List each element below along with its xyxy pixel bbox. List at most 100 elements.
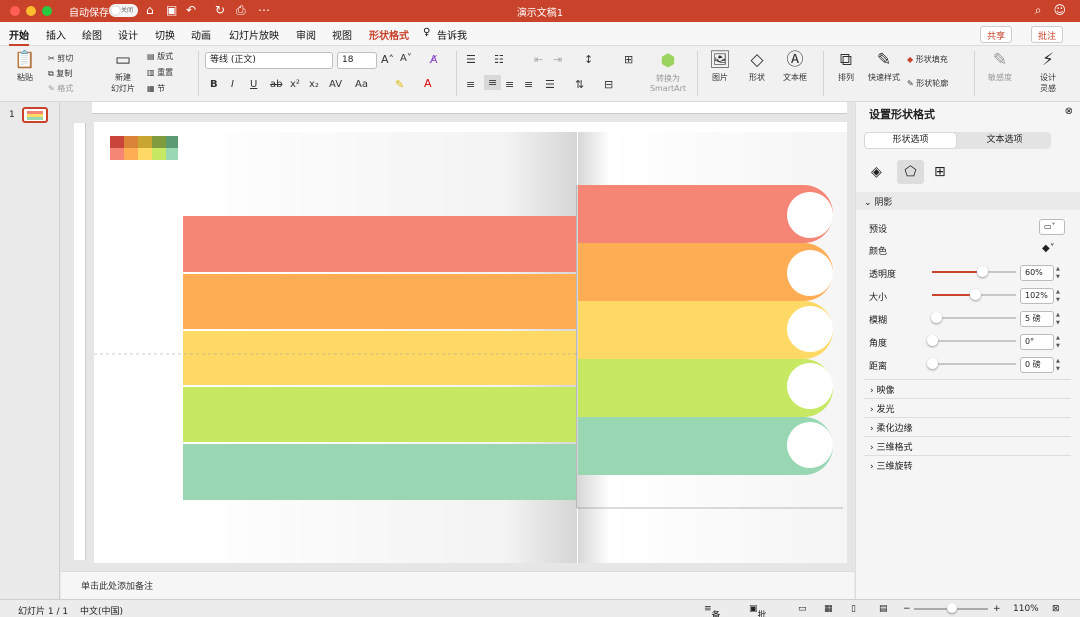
justify-icon[interactable]: ≡ — [524, 78, 533, 91]
textbox-button[interactable]: Ⓐ 文本框 — [779, 51, 811, 83]
tell-me-icon[interactable]: ♀ — [423, 27, 430, 38]
zoom-level[interactable]: 110% — [1013, 604, 1039, 614]
blur-slider[interactable] — [931, 312, 1016, 323]
layout-button[interactable]: ▤ 版式 — [147, 51, 173, 62]
reflection-section[interactable]: › 映像 — [864, 379, 1071, 397]
angle-knob[interactable] — [927, 335, 938, 346]
copy-button[interactable]: ⧉ 复制 — [48, 68, 72, 79]
3d-rotation-section[interactable]: › 三维旋转 — [864, 455, 1071, 473]
effects-icon[interactable]: ⬠ — [897, 160, 924, 184]
align-center-icon[interactable]: ≡ — [484, 75, 502, 90]
line-spacing-icon[interactable]: ↕ — [584, 53, 593, 66]
distance-knob[interactable] — [927, 358, 938, 369]
reset-button[interactable]: ▥ 重置 — [147, 67, 173, 78]
shape-options-tab[interactable]: 形状选项 — [865, 133, 956, 148]
blur-input[interactable]: 5 磅 — [1020, 311, 1054, 327]
shadow-section-header[interactable]: ⌄ 阴影 — [856, 192, 1080, 210]
highlight-icon[interactable]: ✎ — [395, 78, 404, 91]
new-slide-button[interactable]: ▭ 新建 幻灯片 — [108, 51, 138, 94]
fit-to-window-icon[interactable]: ⊠ — [1052, 604, 1060, 614]
transparency-knob[interactable] — [977, 266, 989, 277]
underline-icon[interactable]: U — [250, 79, 257, 90]
tab-review[interactable]: 审阅 — [296, 27, 316, 42]
language-status[interactable]: 中文(中国) — [80, 604, 123, 617]
glow-section[interactable]: › 发光 — [864, 398, 1071, 416]
blur-knob[interactable] — [931, 312, 943, 323]
tab-animations[interactable]: 动画 — [191, 27, 211, 42]
angle-stepper[interactable]: ▲ ▼ — [1056, 334, 1064, 350]
picture-button[interactable]: 🖼 图片 — [704, 51, 736, 83]
clear-format-icon[interactable]: A̸ — [430, 53, 438, 66]
sensitivity-button[interactable]: ✎ 敏感度 — [982, 51, 1018, 83]
distance-stepper[interactable]: ▲ ▼ — [1056, 357, 1064, 373]
zoom-out-icon[interactable]: − — [903, 604, 911, 614]
format-painter-button[interactable]: ✎ 格式 — [48, 83, 73, 94]
increase-font-icon[interactable]: A˄ — [381, 53, 394, 66]
slide[interactable] — [94, 122, 847, 563]
design-ideas-button[interactable]: ⚡ 设计 灵感 — [1031, 51, 1065, 94]
slide-thumbnail[interactable] — [22, 107, 48, 123]
transparency-stepper[interactable]: ▲ ▼ — [1056, 265, 1064, 281]
slide-sorter-icon[interactable]: ▦ — [824, 604, 833, 614]
tab-view[interactable]: 视图 — [332, 27, 352, 42]
tab-insert[interactable]: 插入 — [46, 27, 66, 42]
shape-button[interactable]: ◇ 形状 — [742, 51, 772, 83]
decrease-font-icon[interactable]: A˅ — [400, 53, 412, 64]
distance-input[interactable]: 0 磅 — [1020, 357, 1054, 373]
decrease-indent-icon[interactable]: ⇤ — [534, 53, 543, 66]
numbering-icon[interactable]: ☷ — [494, 53, 504, 66]
size-slider[interactable] — [932, 289, 1016, 300]
size-properties-icon[interactable]: ⊞ — [934, 164, 946, 180]
arrange-button[interactable]: ⧉ 排列 — [831, 51, 861, 83]
angle-input[interactable]: 0° — [1020, 334, 1054, 350]
text-direction-icon[interactable]: ⇅ — [575, 78, 584, 91]
tab-shape-format[interactable]: 形状格式 — [369, 27, 409, 42]
shadow-color-picker[interactable]: ◆˅ — [1039, 241, 1065, 257]
align-text-icon[interactable]: ⊟ — [604, 78, 613, 91]
columns-icon[interactable]: ⊞ — [624, 53, 633, 66]
account-icon[interactable]: ☺ — [1053, 3, 1066, 17]
superscript-icon[interactable]: x² — [290, 79, 300, 90]
zoom-in-icon[interactable]: + — [993, 604, 1001, 614]
italic-icon[interactable]: I — [231, 79, 234, 90]
convert-smartart-button[interactable]: ⬢ 转换为 SmartArt — [647, 52, 689, 94]
tab-tell-me[interactable]: 告诉我 — [437, 27, 467, 42]
tab-home[interactable]: 开始 — [9, 27, 29, 46]
blur-stepper[interactable]: ▲ ▼ — [1056, 311, 1064, 327]
size-stepper[interactable]: ▲ ▼ — [1056, 288, 1064, 304]
reading-view-icon[interactable]: ▯ — [851, 604, 856, 614]
size-input[interactable]: 102% — [1020, 288, 1054, 304]
text-options-tab[interactable]: 文本选项 — [959, 133, 1050, 148]
normal-view-icon[interactable]: ▭ — [798, 604, 807, 614]
bullets-icon[interactable]: ☰ — [466, 53, 476, 66]
paste-button[interactable]: 📋 粘贴 — [11, 51, 39, 83]
shape-outline-button[interactable]: ✎ 形状轮廓 — [907, 78, 948, 89]
bold-icon[interactable]: B — [210, 79, 218, 90]
section-button[interactable]: ▦ 节 — [147, 83, 165, 94]
zoom-knob[interactable] — [947, 603, 957, 613]
font-size-select[interactable]: 18 — [337, 52, 377, 69]
strikethrough-icon[interactable]: ab — [270, 79, 282, 90]
fill-line-icon[interactable]: ◈ — [871, 164, 882, 180]
tab-transitions[interactable]: 切换 — [155, 27, 175, 42]
tab-design[interactable]: 设计 — [118, 27, 138, 42]
distance-slider[interactable] — [927, 358, 1016, 369]
soft-edges-section[interactable]: › 柔化边缘 — [864, 417, 1071, 435]
share-button[interactable]: 共享 — [980, 26, 1013, 43]
size-knob[interactable] — [969, 289, 981, 300]
shape-fill-button[interactable]: ◆ 形状填充 — [907, 54, 948, 65]
slideshow-icon[interactable]: ▤ — [879, 604, 888, 614]
transparency-slider[interactable] — [932, 266, 1016, 277]
notes-button[interactable]: ≡ 备注 — [704, 604, 721, 617]
subscript-icon[interactable]: x₂ — [309, 79, 319, 90]
align-left-icon[interactable]: ≡ — [466, 78, 475, 91]
quick-styles-button[interactable]: ✎ 快速样式 — [866, 51, 902, 83]
character-spacing-icon[interactable]: AV — [329, 79, 342, 90]
notes-placeholder[interactable]: 单击此处添加备注 — [61, 571, 854, 599]
cut-button[interactable]: ✂ 剪切 — [48, 53, 73, 64]
angle-slider[interactable] — [927, 335, 1016, 346]
align-right-icon[interactable]: ≡ — [505, 78, 514, 91]
3d-format-section[interactable]: › 三维格式 — [864, 436, 1071, 454]
tab-slideshow[interactable]: 幻灯片放映 — [229, 27, 279, 42]
tab-draw[interactable]: 绘图 — [82, 27, 102, 42]
